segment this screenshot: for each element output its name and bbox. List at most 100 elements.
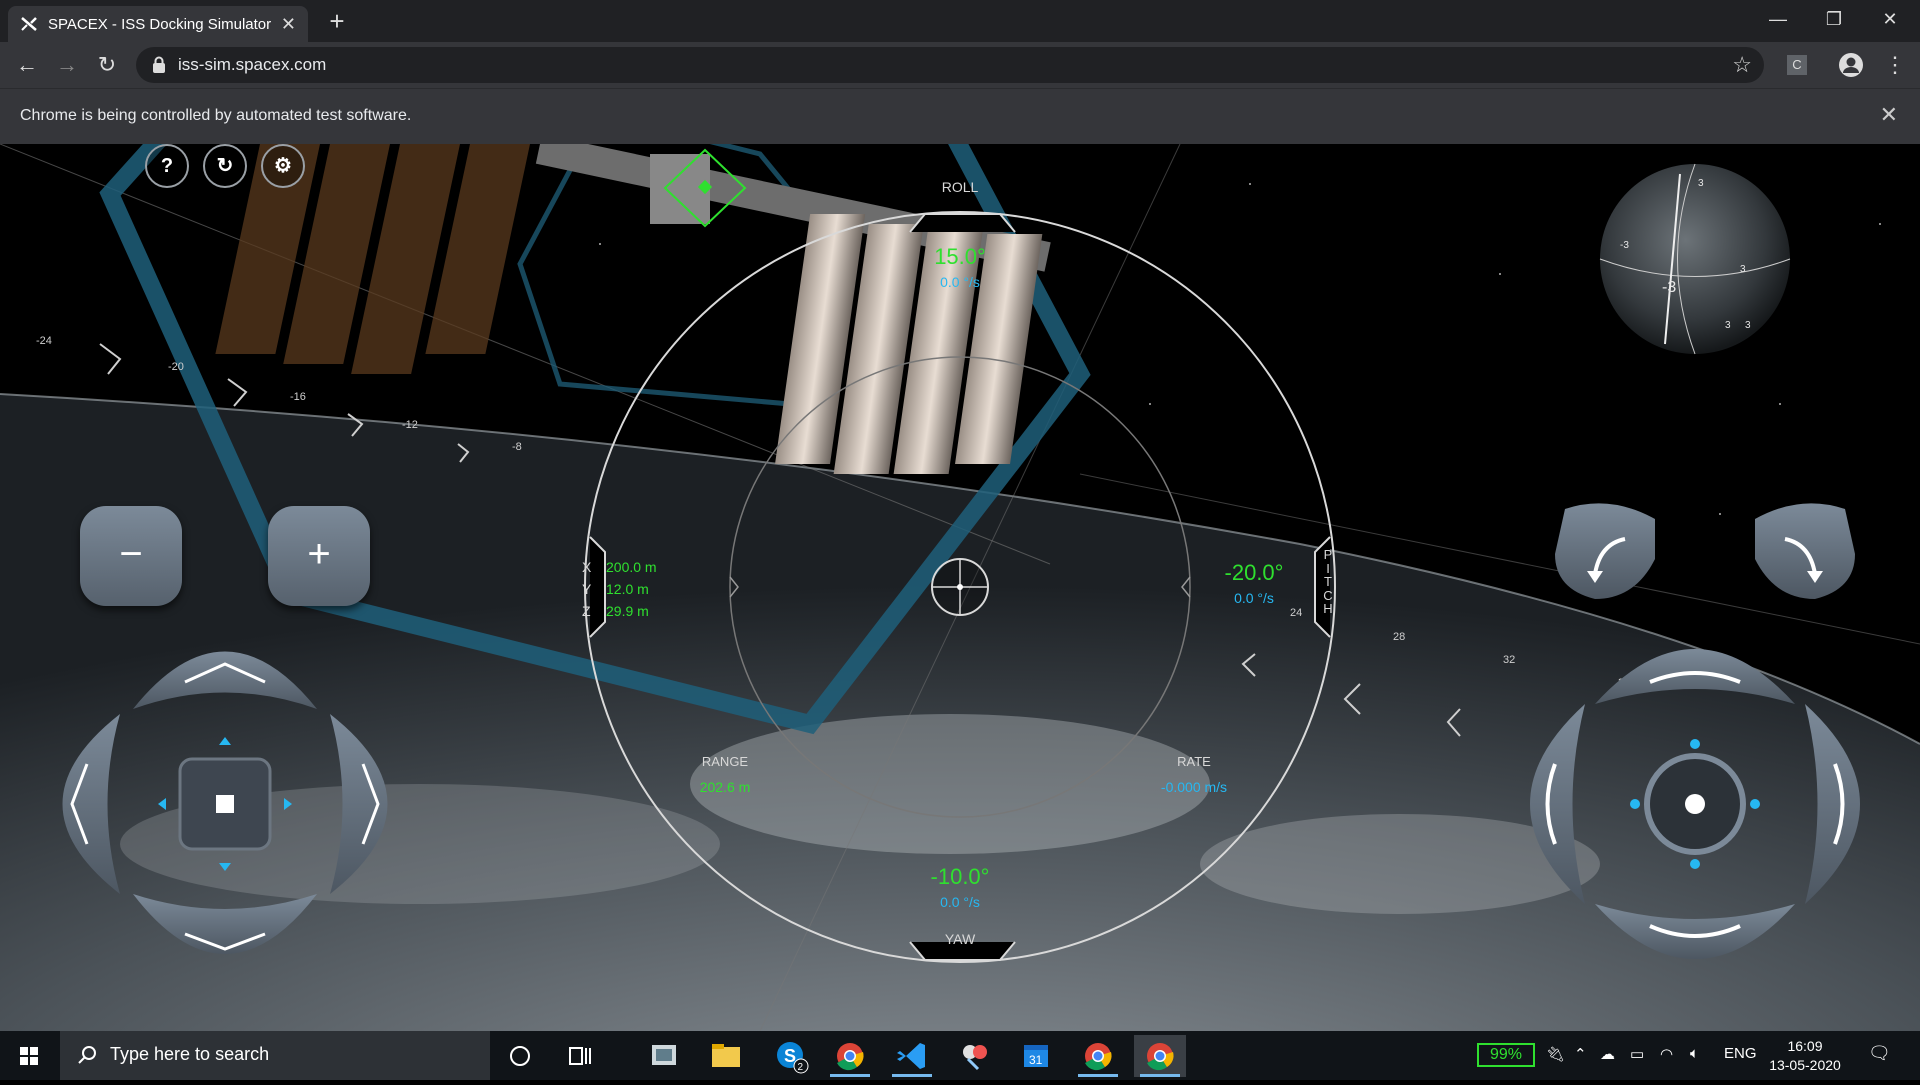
minimize-button[interactable]: — <box>1750 0 1806 38</box>
sim-viewport[interactable]: -24 -20 -16 -12 -8 24 28 32 36 3 -3 3 <box>0 144 1920 1031</box>
clock-date: 13-05-2020 <box>1769 1057 1841 1073</box>
translate-down-button[interactable] <box>133 894 317 954</box>
roll-value: 15.0° <box>934 244 986 269</box>
system-clock[interactable]: 16:09 13-05-2020 <box>1760 1037 1850 1075</box>
rate-value: -0.000 m/s <box>1160 779 1228 795</box>
distance-mark: -20 <box>168 361 184 373</box>
forward-arrow-icon[interactable]: → <box>52 50 82 80</box>
z-axis-label: Z <box>582 603 591 619</box>
bookmark-star-icon[interactable]: ☆ <box>1732 52 1752 78</box>
clock-time: 16:09 <box>1787 1038 1823 1054</box>
taskbar-app-skype[interactable]: S2 <box>764 1035 816 1077</box>
profile-avatar-icon[interactable] <box>1836 50 1866 80</box>
y-position-value: 12.0 m <box>606 581 649 597</box>
distance-mark: -8 <box>512 441 522 453</box>
calendar-day: 31 <box>1029 1053 1043 1067</box>
battery-indicator[interactable]: 99% <box>1477 1043 1535 1067</box>
windows-taskbar: Type here to search S2 31 99% 🔌︎ ⌃ ☁ ▭ ◠… <box>0 1031 1920 1080</box>
taskbar-app-snip[interactable] <box>948 1035 1000 1077</box>
roll-left-button[interactable] <box>1545 499 1675 609</box>
wifi-icon[interactable]: ◠ <box>1660 1045 1673 1063</box>
menu-kebab-icon[interactable]: ⋮ <box>1880 50 1910 80</box>
taskbar-app-file-explorer[interactable] <box>700 1035 752 1077</box>
yaw-left-button[interactable] <box>1530 704 1585 904</box>
taskbar-app-vscode[interactable] <box>886 1035 938 1077</box>
z-position-value: 29.9 m <box>606 603 649 619</box>
rotation-pad <box>1530 649 1860 959</box>
chrome-icon <box>1147 1043 1174 1071</box>
browser-tab[interactable]: SPACEX - ISS Docking Simulator ✕ <box>8 6 308 42</box>
cortana-button[interactable] <box>494 1035 546 1077</box>
yaw-value: -10.0° <box>930 864 990 889</box>
new-tab-button[interactable]: + <box>322 6 352 36</box>
pitch-rate: 0.0 °/s <box>1234 590 1274 606</box>
chrome-icon <box>1085 1043 1112 1071</box>
language-indicator[interactable]: ENG <box>1724 1045 1757 1062</box>
lock-icon <box>153 56 165 73</box>
address-bar[interactable]: iss-sim.spacex.com ☆ <box>136 47 1764 83</box>
skype-icon: S2 <box>777 1042 809 1074</box>
zoom-in-button[interactable]: + <box>268 506 370 606</box>
folder-icon <box>712 1044 740 1067</box>
search-icon <box>78 1046 96 1064</box>
taskbar-app-chrome-2[interactable] <box>1072 1035 1124 1077</box>
pitch-down-button[interactable] <box>1595 904 1795 959</box>
windows-logo-icon <box>20 1047 38 1065</box>
distance-mark: -12 <box>402 419 418 431</box>
stop-square-icon <box>216 795 234 813</box>
battery-icon[interactable]: ▭ <box>1630 1045 1644 1063</box>
taskbar-app-chrome-active[interactable] <box>1134 1035 1186 1077</box>
help-button[interactable]: ? <box>145 144 189 188</box>
chrome-icon <box>837 1043 864 1071</box>
rotation-center-dot-icon <box>1685 794 1705 814</box>
onedrive-cloud-icon[interactable]: ☁ <box>1600 1045 1615 1063</box>
taskbar-app-chrome-1[interactable] <box>824 1035 876 1077</box>
back-arrow-icon[interactable]: ← <box>12 50 42 80</box>
reset-button[interactable]: ↻ <box>203 144 247 188</box>
restore-button[interactable]: ❐ <box>1806 0 1862 38</box>
notification-center-icon[interactable]: 🗨︎ <box>1868 1043 1891 1064</box>
infobar-close-icon[interactable]: ✕ <box>1880 102 1898 128</box>
translate-up-button[interactable] <box>133 651 317 710</box>
globe-mark: -3 <box>1620 240 1629 251</box>
attitude-globe: 3 -3 3 3 -3 3 <box>1599 163 1791 355</box>
spacex-x-icon <box>21 17 37 31</box>
infobar-message: Chrome is being controlled by automated … <box>20 107 412 124</box>
translation-pad <box>62 651 388 954</box>
x-axis-label: X <box>582 559 592 575</box>
globe-mark: 3 <box>1698 178 1704 189</box>
iss-left-solar-arrays <box>215 144 530 374</box>
tab-strip: SPACEX - ISS Docking Simulator ✕ + — ❐ ✕ <box>0 0 1920 42</box>
yaw-right-button[interactable] <box>1805 704 1860 904</box>
globe-mark: 3 <box>1740 264 1746 275</box>
reload-icon[interactable]: ↻ <box>92 50 122 80</box>
pitch-up-button[interactable] <box>1595 649 1795 704</box>
distance-mark: -16 <box>290 391 306 403</box>
zoom-out-button[interactable]: − <box>80 506 182 606</box>
taskbar-app-screenshot[interactable] <box>638 1035 690 1077</box>
rate-label: RATE <box>1177 754 1211 769</box>
tab-close-icon[interactable]: ✕ <box>281 14 296 35</box>
power-plug-icon[interactable]: 🔌︎ <box>1546 1045 1565 1063</box>
distance-mark: 28 <box>1393 631 1405 643</box>
task-view-button[interactable] <box>554 1035 606 1077</box>
roll-right-button[interactable] <box>1735 499 1865 609</box>
url-text: iss-sim.spacex.com <box>178 55 327 74</box>
window-close-button[interactable]: ✕ <box>1862 0 1918 38</box>
snipping-tool-icon <box>652 1045 676 1065</box>
y-axis-label: Y <box>582 581 592 597</box>
start-button[interactable] <box>0 1031 58 1080</box>
search-placeholder: Type here to search <box>110 1044 270 1064</box>
taskbar-search[interactable]: Type here to search <box>60 1031 490 1080</box>
volume-icon[interactable]: 🔈︎ <box>1690 1045 1699 1062</box>
settings-button[interactable]: ⚙ <box>261 144 305 188</box>
task-view-icon <box>569 1047 591 1065</box>
pitch-value: -20.0° <box>1224 560 1284 585</box>
chevron-up-icon[interactable]: ⌃ <box>1574 1045 1587 1063</box>
cortana-circle-icon <box>510 1046 530 1066</box>
range-label: RANGE <box>701 754 749 769</box>
extension-icon[interactable]: C <box>1782 50 1812 80</box>
yaw-label: YAW <box>944 931 976 947</box>
taskbar-app-calendar[interactable]: 31 <box>1010 1035 1062 1077</box>
pitch-label: P I T C H <box>1323 547 1333 616</box>
